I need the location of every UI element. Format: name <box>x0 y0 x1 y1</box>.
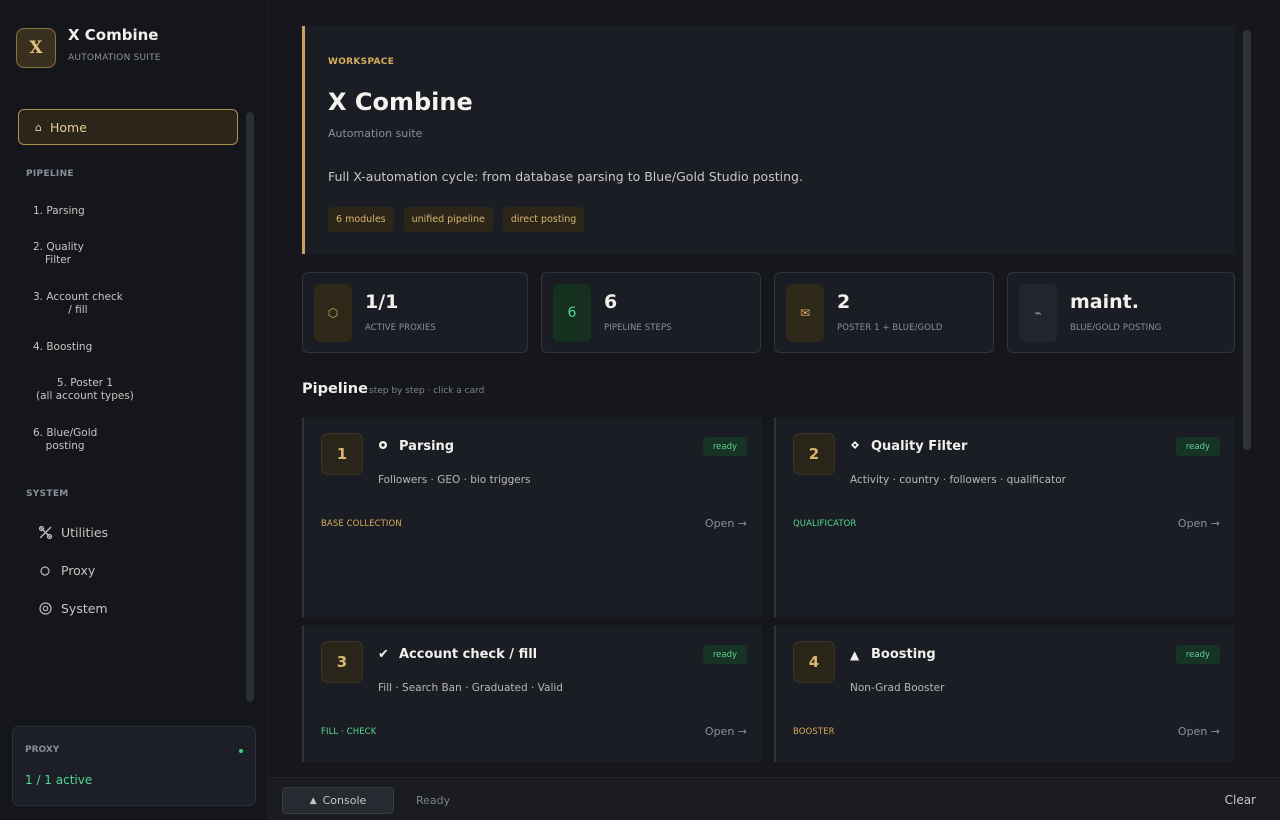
open-link[interactable]: Open → <box>705 517 747 530</box>
hero-eyebrow: WORKSPACE <box>328 57 395 67</box>
eye-icon <box>378 440 390 453</box>
gear-icon <box>36 601 54 616</box>
sidebar-item-poster-1[interactable]: 5. Poster 1 (all account types) <box>36 377 134 403</box>
pipeline-card-parsing[interactable]: 1 Parsing ready Followers · GEO · bio tr… <box>302 417 762 617</box>
stat-value: maint. <box>1070 291 1139 313</box>
section-label-pipeline: PIPELINE <box>26 169 74 179</box>
stat-pipeline-steps: 6 6 PIPELINE STEPS <box>541 272 761 353</box>
tag: unified pipeline <box>403 207 493 232</box>
card-description: Activity · country · followers · qualifi… <box>850 474 1066 486</box>
step-number: 2 <box>793 433 835 475</box>
stat-value: 6 <box>604 291 618 313</box>
card-description: Followers · GEO · bio triggers <box>378 474 531 486</box>
hero-subtitle: Automation suite <box>328 127 423 140</box>
pipeline-title: Pipeline <box>302 381 368 397</box>
card-category: BASE COLLECTION <box>321 519 402 529</box>
proxy-value: 1 / 1 active <box>25 773 93 787</box>
page-title: X Combine <box>328 88 473 116</box>
card-title: Parsing <box>399 439 455 454</box>
home-icon: ⌂ <box>35 120 42 134</box>
brand-subtitle: AUTOMATION SUITE <box>68 53 161 63</box>
circle-icon <box>36 565 54 577</box>
step-number: 3 <box>321 641 363 683</box>
card-category: FILL · CHECK <box>321 727 377 737</box>
triangle-up-icon: ▲ <box>309 795 317 806</box>
stat-label: PIPELINE STEPS <box>604 323 672 333</box>
stat-value: 1/1 <box>365 291 399 313</box>
check-icon: ✔ <box>378 647 389 662</box>
brand-logo: X <box>16 28 56 68</box>
console-clear-button[interactable]: Clear <box>1225 793 1256 807</box>
sidebar-item-label: System <box>61 601 108 616</box>
steps-icon: 6 <box>553 284 591 342</box>
sidebar-scrollbar[interactable] <box>246 112 254 702</box>
console-status: Ready <box>416 794 451 807</box>
sidebar-item-parsing[interactable]: 1. Parsing <box>33 205 85 218</box>
brand: X X Combine AUTOMATION SUITE <box>16 26 161 68</box>
stat-poster: ✉ 2 POSTER 1 + BLUE/GOLD <box>774 272 994 353</box>
card-category: BOOSTER <box>793 727 835 737</box>
sidebar-item-account-check[interactable]: 3. Account check / fill <box>33 291 123 317</box>
console-toggle-button[interactable]: ▲ Console <box>282 787 394 814</box>
open-link[interactable]: Open → <box>1178 725 1220 738</box>
stat-label: BLUE/GOLD POSTING <box>1070 323 1162 333</box>
sidebar-item-boosting[interactable]: 4. Boosting <box>33 341 92 354</box>
status-badge: ready <box>702 437 747 456</box>
hero-tags: 6 modules unified pipeline direct postin… <box>328 207 585 232</box>
open-link[interactable]: Open → <box>1178 517 1220 530</box>
card-description: Non-Grad Booster <box>850 682 945 694</box>
triangle-icon: ▲ <box>850 647 860 662</box>
status-dot-icon <box>239 749 243 753</box>
step-number: 1 <box>321 433 363 475</box>
mail-icon: ✉ <box>786 284 824 342</box>
pipeline-hint: step by step · click a card <box>369 386 485 396</box>
pipeline-card-account-check[interactable]: 3 ✔ Account check / fill ready Fill · Se… <box>302 625 762 762</box>
section-label-system: SYSTEM <box>26 489 69 499</box>
wave-icon: ⌁ <box>1019 284 1057 342</box>
card-category: QUALIFICATOR <box>793 519 857 529</box>
proxy-status-card[interactable]: PROXY 1 / 1 active <box>12 726 256 806</box>
sidebar-item-quality-filter[interactable]: 2. Quality Filter <box>33 241 84 267</box>
status-badge: ready <box>702 645 747 664</box>
stat-value: 2 <box>837 291 851 313</box>
open-link[interactable]: Open → <box>705 725 747 738</box>
card-title: Boosting <box>871 647 936 662</box>
stat-active-proxies: ⬡ 1/1 ACTIVE PROXIES <box>302 272 528 353</box>
console-bar: ▲ Console Ready Clear <box>269 777 1280 820</box>
diamond-icon <box>850 440 862 453</box>
status-badge: ready <box>1175 645 1220 664</box>
card-title: Account check / fill <box>399 647 538 662</box>
sidebar-item-proxy[interactable]: Proxy <box>36 563 95 578</box>
main-scrollbar[interactable] <box>1243 30 1251 450</box>
sidebar-item-home[interactable]: ⌂ Home <box>18 109 238 145</box>
sidebar: X X Combine AUTOMATION SUITE ⌂ Home PIPE… <box>0 0 268 820</box>
tag: 6 modules <box>328 207 394 232</box>
step-number: 4 <box>793 641 835 683</box>
proxy-label: PROXY <box>25 745 60 755</box>
stat-label: POSTER 1 + BLUE/GOLD <box>837 323 943 333</box>
status-badge: ready <box>1175 437 1220 456</box>
sidebar-item-system[interactable]: System <box>36 601 108 616</box>
stat-label: ACTIVE PROXIES <box>365 323 436 333</box>
card-description: Fill · Search Ban · Graduated · Valid <box>378 682 563 694</box>
card-title: Quality Filter <box>871 439 968 454</box>
hero-description: Full X-automation cycle: from database p… <box>328 169 803 184</box>
tools-icon <box>36 525 54 540</box>
brand-title: X Combine <box>68 26 159 44</box>
stat-blue-gold-posting: ⌁ maint. BLUE/GOLD POSTING <box>1007 272 1235 353</box>
sidebar-item-label: Home <box>49 119 87 135</box>
tag: direct posting <box>502 207 585 232</box>
sidebar-item-label: Proxy <box>61 563 96 578</box>
sidebar-item-blue-gold-posting[interactable]: 6. Blue/Gold posting <box>33 427 97 453</box>
sidebar-item-label: Utilities <box>61 525 109 540</box>
pipeline-card-boosting[interactable]: 4 ▲ Boosting ready Non-Grad Booster BOOS… <box>774 625 1235 762</box>
workspace-hero: WORKSPACE X Combine Automation suite Ful… <box>302 26 1235 254</box>
hexagon-icon: ⬡ <box>314 284 352 342</box>
pipeline-card-quality-filter[interactable]: 2 Quality Filter ready Activity · countr… <box>774 417 1235 617</box>
sidebar-item-utilities[interactable]: Utilities <box>36 525 108 540</box>
